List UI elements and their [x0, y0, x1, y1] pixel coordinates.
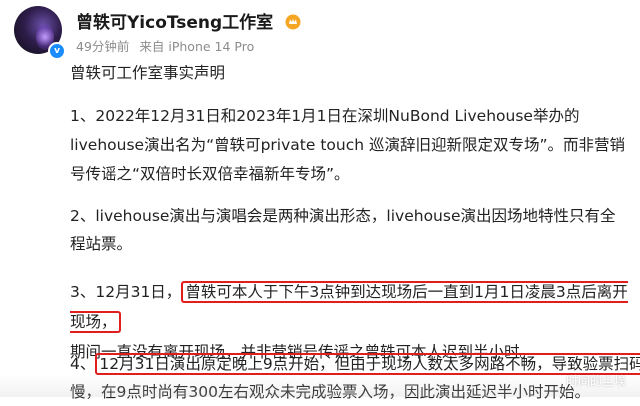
verified-badge-icon: v: [48, 42, 66, 60]
member-crown-icon: [285, 14, 301, 30]
post-source: 来自 iPhone 14 Pro: [139, 39, 255, 54]
paragraph-1: 1、2022年12月31日和2023年1月1日在深圳NuBond Livehou…: [70, 107, 626, 183]
post-title: 曾轶可工作室事实声明: [70, 64, 226, 82]
watermark: 时间的尘埃: [565, 374, 626, 388]
post-time: 49分钟前: [76, 39, 130, 54]
paragraph-3-prefix: 3、12月31日，: [70, 283, 182, 301]
author-name-text[interactable]: 曾轶可YicoTseng工作室: [76, 13, 273, 33]
bottom-fade: [0, 375, 640, 397]
paragraph-2: 2、livehouse演出与演唱会是两种演出形态，livehouse演出因场地特…: [70, 207, 616, 253]
highlight-box-4: 12月31日演出原定晚上9点开始，但由于现场人数太多网路不畅，导致验票扫码缓: [95, 353, 640, 375]
post-meta: 49分钟前 来自 iPhone 14 Pro: [76, 36, 254, 55]
paragraph-4-prefix: 4、: [70, 355, 96, 373]
author-name[interactable]: 曾轶可YicoTseng工作室: [76, 8, 301, 33]
